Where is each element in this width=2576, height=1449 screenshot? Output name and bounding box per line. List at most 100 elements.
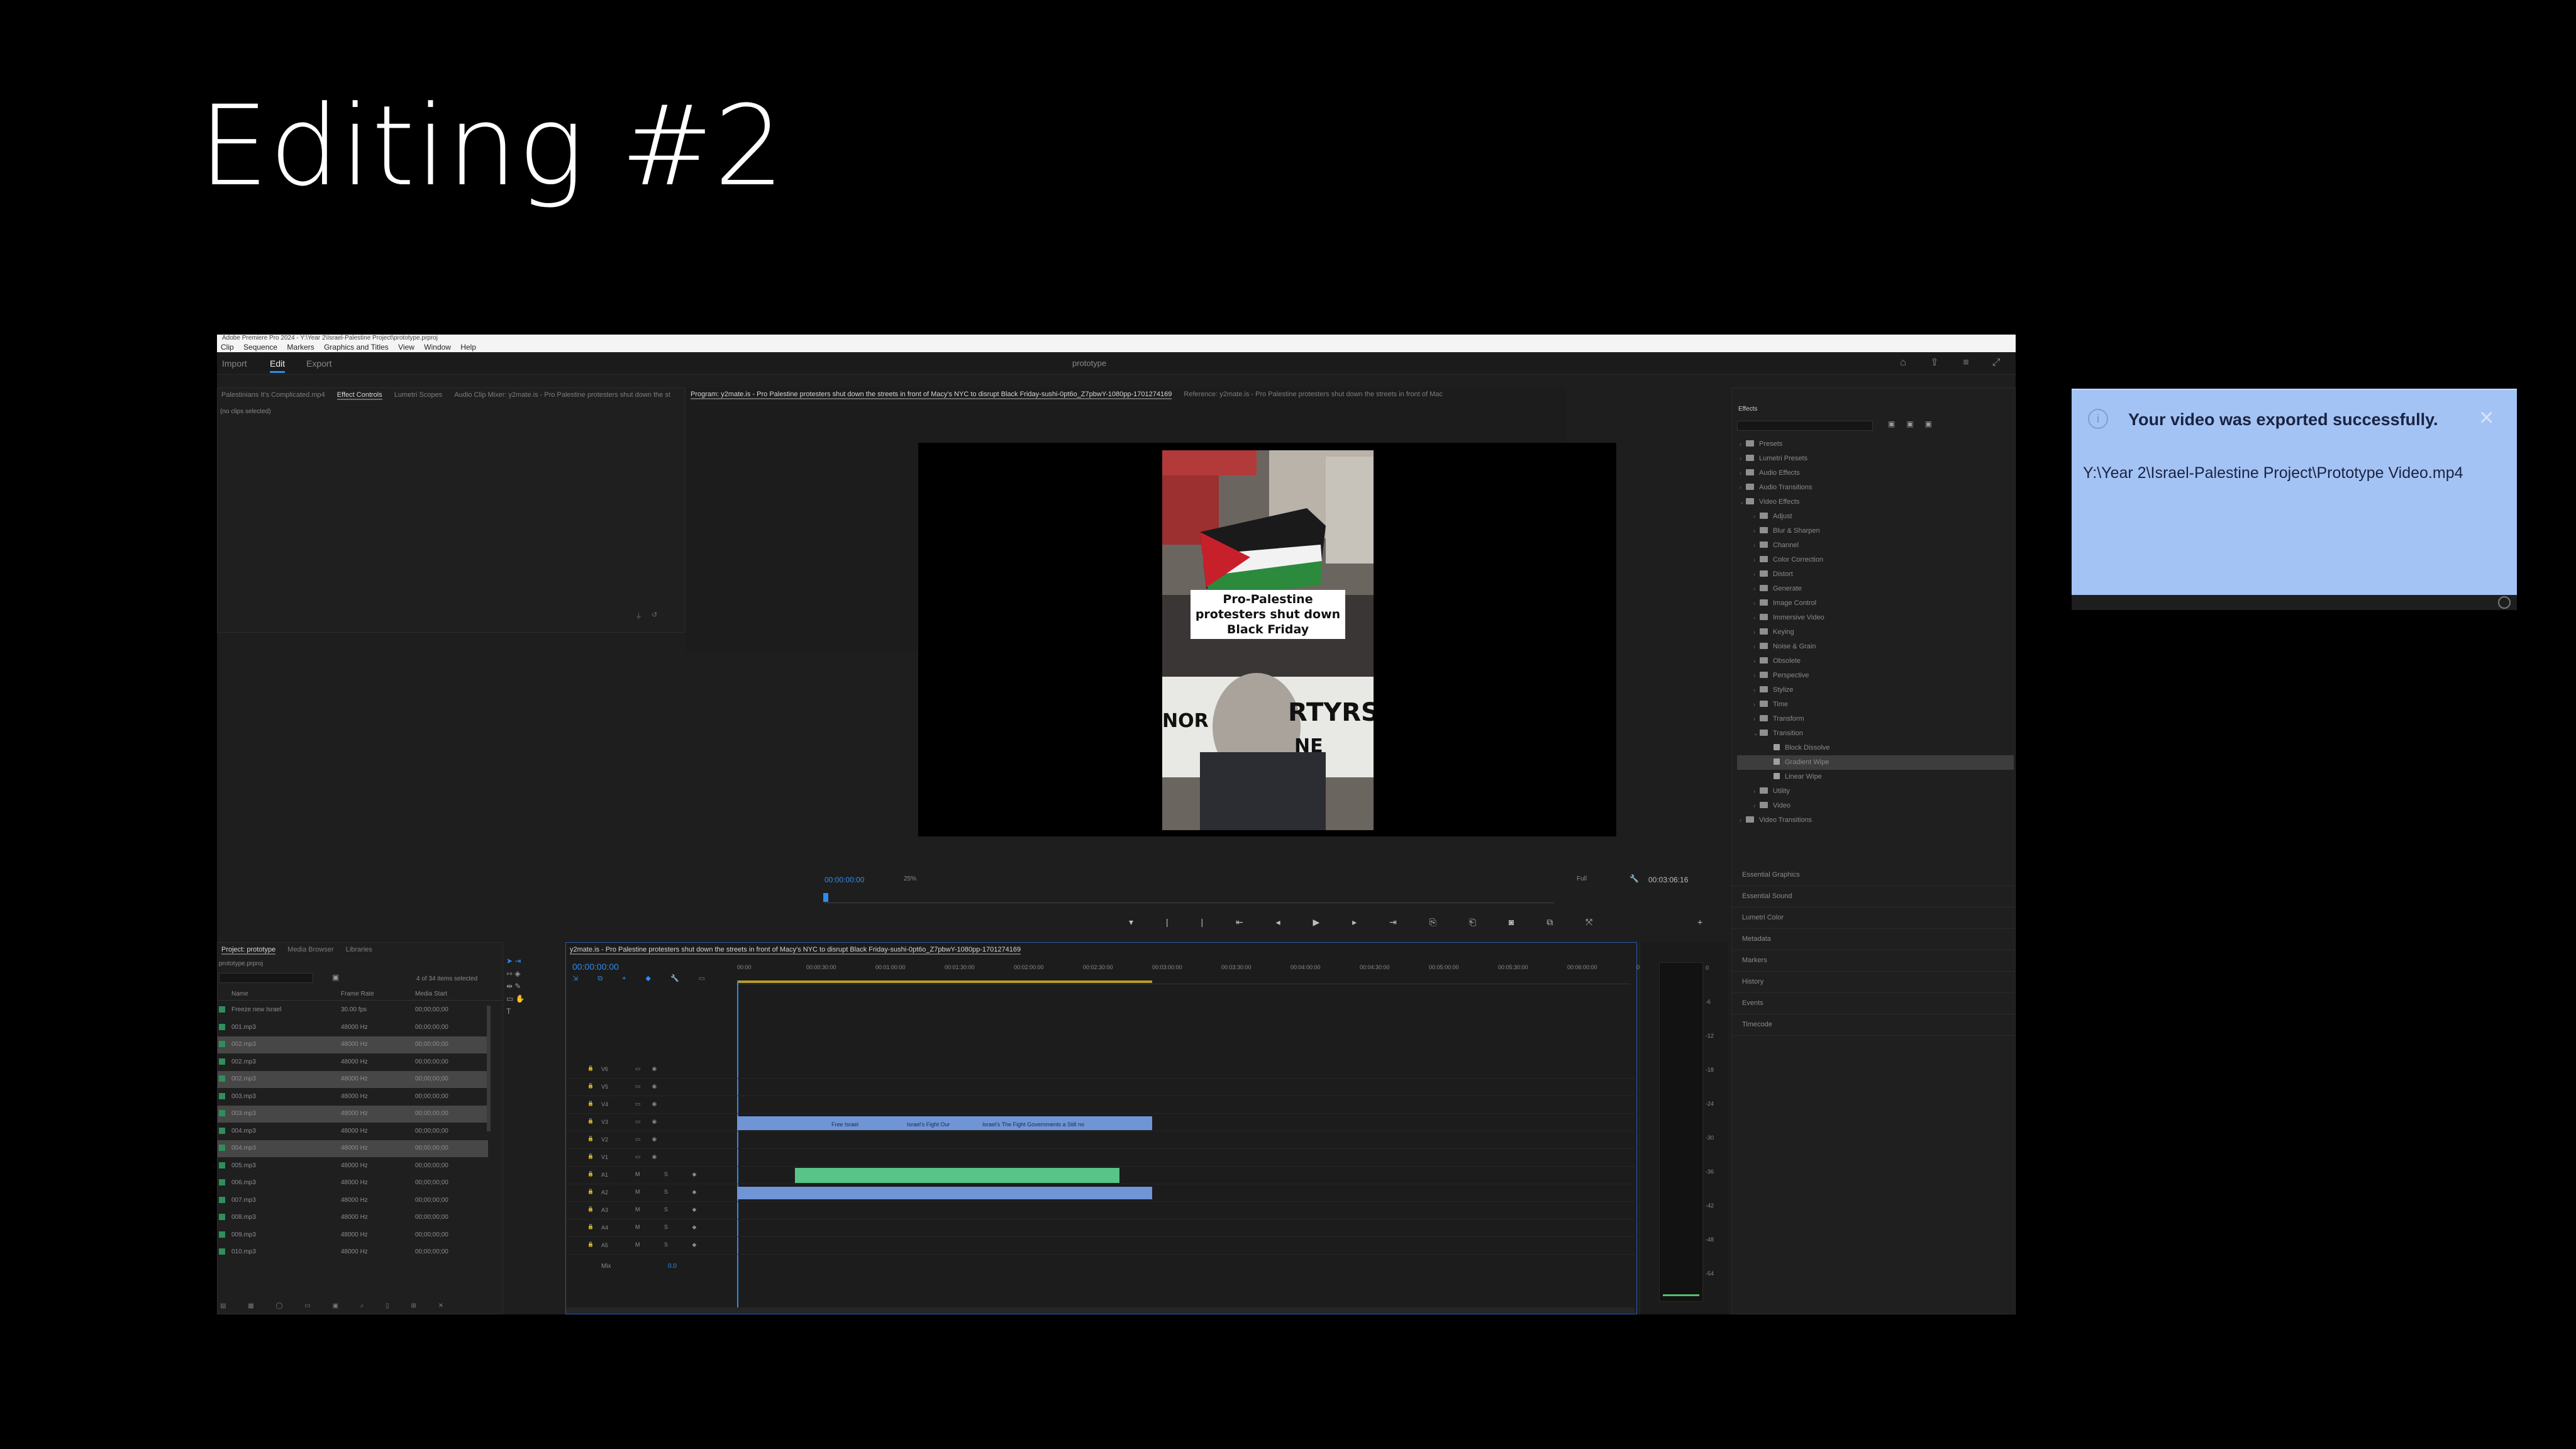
track-label[interactable]: A3: [601, 1207, 608, 1213]
menu-view[interactable]: View: [398, 343, 414, 352]
tab-source[interactable]: Palestinians It's Complicated.mp4: [221, 391, 325, 399]
effects-tree-item[interactable]: › Perspective: [1737, 669, 2014, 683]
menu-markers[interactable]: Markers: [287, 343, 314, 352]
toggle-icon[interactable]: ›: [1753, 614, 1760, 621]
project-scrollbar[interactable]: [487, 1006, 491, 1131]
fullscreen-icon[interactable]: ⤢: [1990, 357, 2002, 369]
column-media-start[interactable]: Media Start: [415, 991, 447, 997]
track-controls[interactable]: M S ◆: [635, 1224, 708, 1231]
toggle-icon[interactable]: ›: [1753, 528, 1760, 534]
effects-search-input[interactable]: [1737, 421, 1873, 431]
effects-tree-item[interactable]: › Video Transitions: [1737, 813, 2014, 828]
list-item[interactable]: 003.mp3 48000 Hz 00;00;00;00: [218, 1106, 488, 1123]
timeline-timecode[interactable]: 00:00:00:00: [572, 962, 619, 972]
effects-tree-item[interactable]: › Stylize: [1737, 683, 2014, 697]
lock-icon[interactable]: 🔒: [587, 1206, 594, 1212]
workspaces-icon[interactable]: ≡: [1960, 357, 1972, 369]
tab-reference[interactable]: Reference: y2mate.is - Pro Palestine pro…: [1184, 391, 1442, 398]
toggle-icon[interactable]: ›: [1753, 658, 1760, 664]
track-label[interactable]: A4: [601, 1224, 608, 1231]
track-controls[interactable]: ▭◉: [635, 1136, 668, 1143]
menu-help[interactable]: Help: [460, 343, 476, 352]
effects-tree-item[interactable]: › Time: [1737, 697, 2014, 712]
side-panel-item[interactable]: Essential Graphics: [1732, 865, 2015, 886]
menu-window[interactable]: Window: [424, 343, 451, 352]
toggle-icon[interactable]: ›: [1753, 513, 1760, 519]
timeline-scrollbar[interactable]: [566, 1307, 1635, 1314]
toggle-icon[interactable]: ⌄: [1740, 499, 1746, 506]
track-label[interactable]: V3: [601, 1119, 608, 1125]
list-item[interactable]: Freeze new Israel 30.00 fps 00;00;00;00: [218, 1002, 488, 1019]
help-icon[interactable]: [2498, 596, 2511, 609]
effects-tree-item[interactable]: ⌄ Video Effects: [1737, 495, 2014, 509]
effects-tree-item[interactable]: › Obsolete: [1737, 654, 2014, 669]
list-item[interactable]: 004.mp3 48000 Hz 00;00;00;00: [218, 1140, 488, 1157]
list-item[interactable]: 001.mp3 48000 Hz 00;00;00;00: [218, 1019, 488, 1036]
toggle-icon[interactable]: ›: [1753, 788, 1760, 794]
toggle-icon[interactable]: ›: [1753, 557, 1760, 563]
toggle-icon[interactable]: ›: [1753, 629, 1760, 635]
toggle-icon[interactable]: ›: [1753, 542, 1760, 548]
list-item[interactable]: 008.mp3 48000 Hz 00;00;00;00: [218, 1209, 488, 1226]
effects-tree-item[interactable]: › Color Correction: [1737, 553, 2014, 567]
toggle-icon[interactable]: ›: [1740, 470, 1746, 476]
effects-tree-item[interactable]: › Keying: [1737, 625, 2014, 640]
track-controls[interactable]: ▭◉: [635, 1118, 668, 1125]
new-bin-icon[interactable]: ▣: [332, 973, 339, 982]
audio-clip-green[interactable]: [795, 1168, 1119, 1183]
list-item[interactable]: 007.mp3 48000 Hz 00;00;00;00: [218, 1192, 488, 1209]
track-label[interactable]: V1: [601, 1154, 608, 1160]
effects-tree-item[interactable]: › Generate: [1737, 582, 2014, 596]
lock-icon[interactable]: 🔒: [587, 1101, 594, 1106]
ripple-tool-icon[interactable]: ⇿ ◈: [506, 967, 541, 980]
track-label[interactable]: V4: [601, 1101, 608, 1108]
side-panel-item[interactable]: Essential Sound: [1732, 886, 2015, 908]
toggle-icon[interactable]: ›: [1753, 643, 1760, 650]
list-item[interactable]: 010.mp3 48000 Hz 00;00;00;00: [218, 1244, 488, 1261]
tab-lumetri-scopes[interactable]: Lumetri Scopes: [394, 391, 442, 399]
work-area-bar[interactable]: [737, 980, 1152, 983]
tab-libraries[interactable]: Libraries: [346, 946, 372, 953]
lock-icon[interactable]: 🔒: [587, 1189, 594, 1194]
track-label[interactable]: A2: [601, 1189, 608, 1196]
track-controls[interactable]: ▭◉: [635, 1153, 668, 1160]
list-item[interactable]: 003.mp3 48000 Hz 00;00;00;00: [218, 1089, 488, 1106]
lock-icon[interactable]: 🔒: [587, 1153, 594, 1159]
effects-tree-item[interactable]: › Noise & Grain: [1737, 640, 2014, 654]
effects-tree-item[interactable]: › Audio Transitions: [1737, 480, 2014, 495]
track-label[interactable]: A1: [601, 1172, 608, 1178]
column-frame-rate[interactable]: Frame Rate: [341, 991, 374, 997]
effects-tree-item[interactable]: › Presets: [1737, 437, 2014, 452]
toggle-icon[interactable]: ›: [1753, 571, 1760, 577]
lock-icon[interactable]: 🔒: [587, 1171, 594, 1177]
toggle-icon[interactable]: ›: [1753, 672, 1760, 679]
lock-icon[interactable]: 🔒: [587, 1118, 594, 1124]
effects-tree-item[interactable]: › Blur & Sharpen: [1737, 524, 2014, 538]
toggle-icon[interactable]: ›: [1753, 600, 1760, 606]
home-icon[interactable]: ⌂: [1897, 357, 1909, 369]
side-panel-item[interactable]: Markers: [1732, 950, 2015, 972]
track-controls[interactable]: ▭◉: [635, 1101, 668, 1108]
effects-tree-item[interactable]: › Audio Effects: [1737, 466, 2014, 480]
zoom-select[interactable]: 25%: [904, 875, 916, 882]
side-panel-item[interactable]: Timecode: [1732, 1014, 2015, 1036]
toggle-icon[interactable]: ›: [1753, 701, 1760, 708]
video-clip-strip[interactable]: Free Israel Israel's Fight Our Israel's Th…: [737, 1116, 1152, 1130]
column-name[interactable]: Name: [231, 991, 248, 997]
quality-select[interactable]: Full: [1577, 875, 1587, 882]
tab-sequence[interactable]: y2mate.is - Pro Palestine protesters shu…: [570, 946, 1021, 955]
track-controls[interactable]: M S ◆: [635, 1206, 708, 1213]
tab-import[interactable]: Import: [222, 358, 247, 369]
track-controls[interactable]: M S ◆: [635, 1241, 708, 1248]
lock-icon[interactable]: 🔒: [587, 1136, 594, 1141]
settings-wrench-icon[interactable]: 🔧: [1629, 874, 1639, 883]
side-panel-item[interactable]: Events: [1732, 993, 2015, 1014]
tab-effect-controls[interactable]: Effect Controls: [336, 391, 382, 400]
effects-tree-item[interactable]: › Transform: [1737, 712, 2014, 726]
track-controls[interactable]: M S ◆: [635, 1189, 708, 1196]
accelerated-effects-icons[interactable]: ▣▣▣: [1888, 419, 1943, 428]
tab-program[interactable]: Program: y2mate.is - Pro Palestine prote…: [691, 391, 1172, 399]
tab-media-browser[interactable]: Media Browser: [287, 946, 333, 953]
timeline-tools[interactable]: ⇲ ⧉ ⌖ ◆ 🔧 ▭: [572, 974, 714, 983]
program-scrub-bar[interactable]: [824, 898, 1554, 903]
